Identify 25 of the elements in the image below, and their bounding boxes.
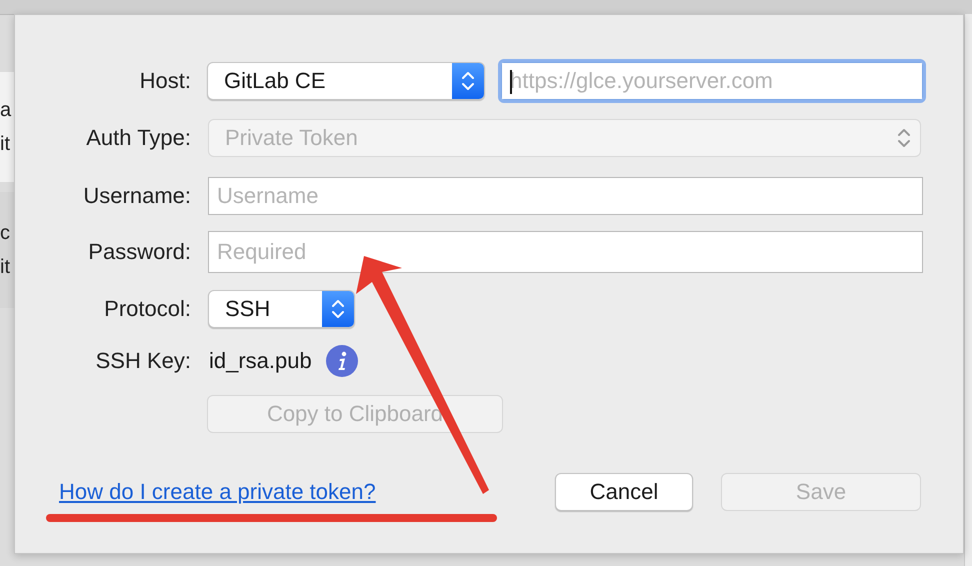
row-text: c bbox=[0, 221, 10, 246]
row-text: a bbox=[0, 98, 12, 123]
list-row[interactable]: a it bbox=[0, 72, 14, 182]
help-link[interactable]: How do I create a private token? bbox=[59, 479, 376, 505]
row-text: it bbox=[0, 255, 10, 280]
field-label: Protocol: bbox=[103, 296, 191, 322]
stepper-icon bbox=[331, 297, 345, 321]
url-field[interactable]: https://glce.yourserver.com bbox=[502, 63, 922, 99]
field-label: SSH Key: bbox=[94, 348, 191, 374]
row-text: it bbox=[0, 132, 10, 157]
info-icon[interactable] bbox=[326, 345, 358, 377]
host-popup[interactable]: GitLab CE bbox=[207, 62, 485, 100]
field-label: Auth Type: bbox=[85, 125, 191, 151]
stepper-icon bbox=[461, 69, 475, 93]
cancel-button[interactable]: Cancel bbox=[555, 473, 693, 511]
list-row[interactable]: c it bbox=[0, 192, 14, 308]
ssh-key-value: id_rsa.pub bbox=[209, 348, 312, 374]
field-label: Password: bbox=[87, 239, 191, 265]
username-field[interactable]: Username bbox=[209, 178, 922, 214]
protocol-popup[interactable]: SSH bbox=[208, 290, 355, 328]
field-label: Username: bbox=[82, 183, 191, 209]
password-field[interactable]: Required bbox=[209, 232, 922, 272]
text-cursor bbox=[510, 70, 512, 94]
stepper-icon bbox=[897, 126, 911, 150]
field-label: Host: bbox=[138, 68, 191, 94]
